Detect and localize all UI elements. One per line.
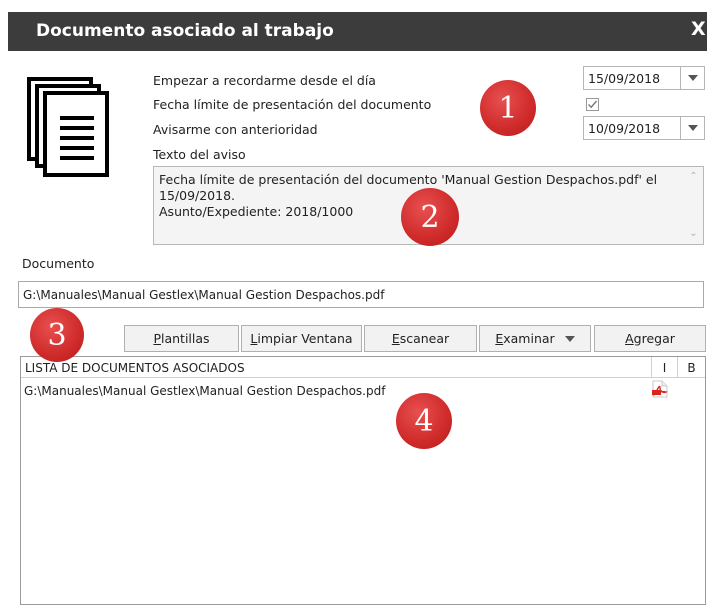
start-reminder-label: Empezar a recordarme desde el día: [153, 73, 376, 88]
advance-notice-label: Avisarme con anterioridad: [153, 122, 318, 137]
badge-2: 2: [401, 188, 459, 246]
templates-button-accel: P: [153, 331, 161, 346]
scroll-down-icon[interactable]: ⌄: [689, 229, 698, 239]
close-icon[interactable]: X: [691, 18, 707, 42]
notice-text-label: Texto del aviso: [153, 147, 246, 162]
browse-button-label: xaminar: [503, 331, 555, 346]
title-bar: Documento asociado al trabajo X: [8, 12, 707, 51]
clear-window-button[interactable]: Limpiar Ventana: [241, 325, 362, 352]
deadline-checkbox[interactable]: [586, 98, 599, 111]
list-item[interactable]: G:\Manuales\Manual Gestlex\Manual Gestio…: [21, 380, 705, 400]
window-title: Documento asociado al trabajo: [36, 21, 334, 41]
templates-button-label: lantillas: [160, 331, 210, 346]
add-button[interactable]: Agregar: [594, 325, 706, 352]
browse-button-accel: E: [495, 331, 504, 346]
advance-date-picker[interactable]: 10/09/2018: [583, 116, 705, 140]
scan-button-label: scanear: [399, 331, 450, 346]
deadline-label: Fecha límite de presentación del documen…: [153, 97, 432, 112]
templates-button[interactable]: Plantillas: [124, 325, 239, 352]
document-path-value: G:\Manuales\Manual Gestlex\Manual Gestio…: [23, 288, 385, 302]
notice-line: Fecha límite de presentación del documen…: [159, 172, 658, 187]
browse-button[interactable]: Examinar: [479, 325, 591, 352]
chevron-down-icon[interactable]: [680, 117, 704, 139]
list-header: LISTA DE DOCUMENTOS ASOCIADOS I B: [21, 357, 705, 378]
start-date-value: 15/09/2018: [588, 71, 661, 86]
badge-3: 3: [30, 308, 84, 362]
scan-button[interactable]: Escanear: [364, 325, 477, 352]
list-item-path: G:\Manuales\Manual Gestlex\Manual Gestio…: [24, 384, 386, 398]
pdf-icon[interactable]: [652, 380, 668, 398]
add-button-label: gregar: [633, 331, 675, 346]
clear-button-accel: L: [250, 331, 258, 346]
list-header-title: LISTA DE DOCUMENTOS ASOCIADOS: [25, 361, 245, 375]
clear-button-label: impiar Ventana: [257, 331, 353, 346]
associated-documents-list[interactable]: LISTA DE DOCUMENTOS ASOCIADOS I B G:\Man…: [20, 356, 706, 605]
column-header-b[interactable]: B: [677, 357, 705, 378]
start-date-picker[interactable]: 15/09/2018: [583, 66, 705, 90]
documents-icon: [27, 77, 109, 177]
document-label: Documento: [22, 256, 95, 271]
document-path-input[interactable]: G:\Manuales\Manual Gestlex\Manual Gestio…: [18, 281, 704, 308]
column-header-i[interactable]: I: [651, 357, 677, 378]
scroll-up-icon[interactable]: ⌃: [689, 172, 698, 182]
add-button-accel: A: [625, 331, 634, 346]
chevron-down-icon: [564, 335, 575, 342]
chevron-down-icon[interactable]: [680, 67, 704, 89]
scan-button-accel: E: [391, 331, 400, 346]
badge-1: 1: [480, 80, 536, 136]
badge-4: 4: [396, 393, 452, 449]
advance-date-value: 10/09/2018: [588, 121, 661, 136]
checkmark-icon: [588, 100, 598, 109]
notice-scrollbar[interactable]: ⌃ ⌄: [685, 167, 703, 244]
